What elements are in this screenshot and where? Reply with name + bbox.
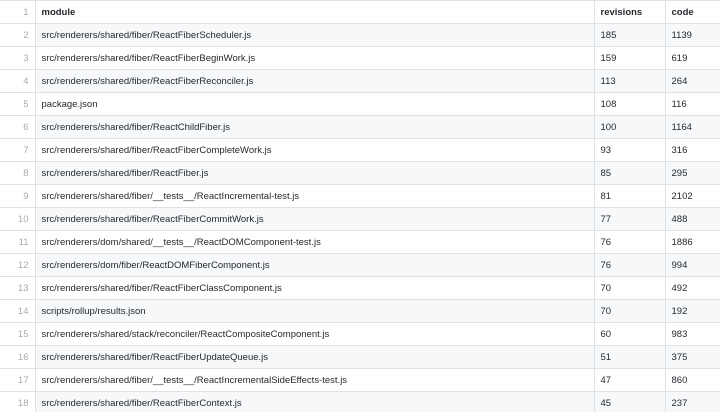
cell-module: src/renderers/shared/fiber/ReactFiberBeg… (34, 46, 595, 70)
cell-code: 116 (664, 92, 720, 116)
line-number[interactable]: 12 (0, 253, 36, 277)
table-row: 5 package.json 108 116 (0, 92, 720, 116)
cell-module: src/renderers/shared/fiber/ReactFiberSch… (34, 23, 595, 47)
line-number[interactable]: 10 (0, 207, 36, 231)
table-row: 15 src/renderers/shared/stack/reconciler/… (0, 322, 720, 346)
cell-module: src/renderers/shared/fiber/ReactFiberRec… (34, 69, 595, 93)
cell-module: src/renderers/shared/fiber/ReactFiber.js (34, 161, 595, 185)
line-number[interactable]: 2 (0, 23, 36, 47)
cell-module: src/renderers/dom/shared/__tests__/React… (34, 230, 595, 254)
line-number[interactable]: 3 (0, 46, 36, 70)
table-row: 9 src/renderers/shared/fiber/__tests__/Re… (0, 184, 720, 208)
line-number[interactable]: 11 (0, 230, 36, 254)
line-number[interactable]: 18 (0, 391, 36, 412)
cell-revisions: 93 (593, 138, 666, 162)
line-number[interactable]: 6 (0, 115, 36, 139)
table-row: 8 src/renderers/shared/fiber/ReactFiber.j… (0, 161, 720, 185)
cell-module: src/renderers/shared/fiber/ReactFiberCla… (34, 276, 595, 300)
table-row: 17 src/renderers/shared/fiber/__tests__/R… (0, 368, 720, 392)
table-row: 13 src/renderers/shared/fiber/ReactFiberC… (0, 276, 720, 300)
cell-module: scripts/rollup/results.json (34, 299, 595, 323)
cell-revisions: 60 (593, 322, 666, 346)
line-number[interactable]: 9 (0, 184, 36, 208)
line-number[interactable]: 5 (0, 92, 36, 116)
column-header-code: code (664, 0, 720, 24)
cell-revisions: 85 (593, 161, 666, 185)
table-row: 2 src/renderers/shared/fiber/ReactFiberSc… (0, 23, 720, 47)
cell-revisions: 45 (593, 391, 666, 412)
cell-revisions: 47 (593, 368, 666, 392)
cell-revisions: 108 (593, 92, 666, 116)
cell-module: src/renderers/shared/fiber/ReactFiberCom… (34, 138, 595, 162)
table-row: 16 src/renderers/shared/fiber/ReactFiberU… (0, 345, 720, 369)
line-number[interactable]: 8 (0, 161, 36, 185)
cell-module: src/renderers/shared/fiber/__tests__/Rea… (34, 184, 595, 208)
table-row: 18 src/renderers/shared/fiber/ReactFiberC… (0, 391, 720, 412)
cell-code: 1139 (664, 23, 720, 47)
table-row: 10 src/renderers/shared/fiber/ReactFiberC… (0, 207, 720, 231)
table-header-row: 1 module revisions code (0, 0, 720, 24)
cell-code: 492 (664, 276, 720, 300)
cell-module: src/renderers/shared/fiber/ReactChildFib… (34, 115, 595, 139)
cell-revisions: 76 (593, 253, 666, 277)
table-row: 4 src/renderers/shared/fiber/ReactFiberRe… (0, 69, 720, 93)
table-row: 12 src/renderers/dom/fiber/ReactDOMFiberC… (0, 253, 720, 277)
cell-revisions: 185 (593, 23, 666, 47)
cell-revisions: 100 (593, 115, 666, 139)
cell-code: 375 (664, 345, 720, 369)
cell-module: src/renderers/dom/fiber/ReactDOMFiberCom… (34, 253, 595, 277)
cell-code: 237 (664, 391, 720, 412)
cell-code: 1164 (664, 115, 720, 139)
cell-revisions: 81 (593, 184, 666, 208)
cell-revisions: 51 (593, 345, 666, 369)
data-table: 1 module revisions code 2 src/renderers/s… (0, 0, 720, 412)
cell-revisions: 70 (593, 299, 666, 323)
cell-module: src/renderers/shared/fiber/ReactFiberCon… (34, 391, 595, 412)
cell-code: 619 (664, 46, 720, 70)
table-row: 14 scripts/rollup/results.json 70 192 (0, 299, 720, 323)
cell-code: 994 (664, 253, 720, 277)
cell-module: src/renderers/shared/fiber/ReactFiberCom… (34, 207, 595, 231)
cell-code: 488 (664, 207, 720, 231)
column-header-revisions: revisions (593, 0, 666, 24)
cell-revisions: 159 (593, 46, 666, 70)
table-row: 7 src/renderers/shared/fiber/ReactFiberCo… (0, 138, 720, 162)
line-number[interactable]: 1 (0, 0, 36, 24)
cell-revisions: 77 (593, 207, 666, 231)
cell-code: 2102 (664, 184, 720, 208)
line-number[interactable]: 13 (0, 276, 36, 300)
cell-module: src/renderers/shared/fiber/__tests__/Rea… (34, 368, 595, 392)
cell-revisions: 70 (593, 276, 666, 300)
line-number[interactable]: 16 (0, 345, 36, 369)
cell-code: 316 (664, 138, 720, 162)
cell-code: 1886 (664, 230, 720, 254)
line-number[interactable]: 15 (0, 322, 36, 346)
cell-module: src/renderers/shared/stack/reconciler/Re… (34, 322, 595, 346)
line-number[interactable]: 14 (0, 299, 36, 323)
table-row: 6 src/renderers/shared/fiber/ReactChildFi… (0, 115, 720, 139)
cell-code: 192 (664, 299, 720, 323)
cell-code: 264 (664, 69, 720, 93)
line-number[interactable]: 17 (0, 368, 36, 392)
cell-code: 983 (664, 322, 720, 346)
table-row: 11 src/renderers/dom/shared/__tests__/Rea… (0, 230, 720, 254)
cell-code: 295 (664, 161, 720, 185)
column-header-module: module (34, 0, 595, 24)
cell-revisions: 76 (593, 230, 666, 254)
line-number[interactable]: 7 (0, 138, 36, 162)
table-row: 3 src/renderers/shared/fiber/ReactFiberBe… (0, 46, 720, 70)
cell-module: package.json (34, 92, 595, 116)
cell-module: src/renderers/shared/fiber/ReactFiberUpd… (34, 345, 595, 369)
cell-revisions: 113 (593, 69, 666, 93)
cell-code: 860 (664, 368, 720, 392)
line-number[interactable]: 4 (0, 69, 36, 93)
